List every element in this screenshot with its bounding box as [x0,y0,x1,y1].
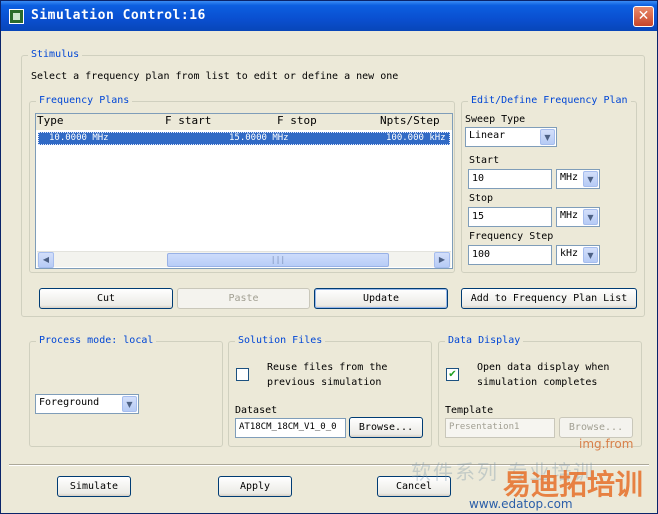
process-mode-label: Process mode: local [36,335,157,346]
simulation-control-window: Simulation Control:16 ✕ Stimulus Select … [0,0,658,514]
scroll-left-icon[interactable]: ◀ [38,252,54,268]
close-button[interactable]: ✕ [633,6,654,27]
dataset-input[interactable]: AT18CM_18CM_V1_0_0 [235,418,346,438]
template-browse-button[interactable]: Browse... [559,417,633,438]
chevron-down-icon[interactable]: ▼ [583,171,598,187]
sweep-type-label: Sweep Type [465,114,526,125]
stop-unit-select[interactable]: MHz ▼ [556,207,600,227]
watermark-site: www.edatop.com [469,497,573,511]
stop-label: Stop [469,193,494,204]
stimulus-instruction: Select a frequency plan from list to edi… [31,71,399,82]
add-to-frequency-plan-list-button[interactable]: Add to Frequency Plan List [461,288,637,309]
reuse-files-text-1: Reuse files from the [267,362,388,373]
data-display-label: Data Display [445,335,524,346]
frequency-plan-list[interactable]: 10.0000 MHz 15.0000 MHz 100.000 kHz ◀ ||… [35,113,453,269]
row-fstart: 10.0000 MHz [49,133,109,143]
frequency-plans-label: Frequency Plans [36,95,133,106]
template-input[interactable]: Presentation1 [445,418,555,438]
horizontal-scrollbar[interactable]: ◀ ||| ▶ [37,251,451,268]
edit-plan-label: Edit/Define Frequency Plan [468,95,631,106]
bottom-separator [9,464,649,466]
frequency-step-label: Frequency Step [469,231,554,242]
watermark-brand: 易迪拓培训 [503,468,644,501]
row-npts: 100.000 kHz [386,133,446,143]
apply-button[interactable]: Apply [218,476,292,497]
open-data-display-text-1: Open data display when [477,362,610,373]
app-icon [9,9,24,24]
simulate-button[interactable]: Simulate [57,476,131,497]
template-label: Template [445,405,494,416]
scroll-right-icon[interactable]: ▶ [434,252,450,268]
scroll-thumb[interactable]: ||| [167,253,389,267]
dataset-label: Dataset [235,405,278,416]
window-title: Simulation Control:16 [31,8,206,23]
chevron-down-icon[interactable]: ▼ [540,129,555,145]
open-data-display-text-2: simulation completes [477,377,598,388]
paste-button[interactable]: Paste [177,288,310,309]
reuse-files-text-2: previous simulation [267,377,382,388]
chevron-down-icon[interactable]: ▼ [583,247,598,263]
dataset-browse-button[interactable]: Browse... [349,417,423,438]
chevron-down-icon[interactable]: ▼ [583,209,598,225]
stop-input[interactable]: 15 [468,207,552,227]
start-unit-select[interactable]: MHz ▼ [556,169,600,189]
update-button[interactable]: Update [314,288,448,309]
start-label: Start [469,155,500,166]
solution-files-label: Solution Files [235,335,326,346]
frequency-step-unit-select[interactable]: kHz ▼ [556,245,600,265]
open-data-display-checkbox[interactable]: ✔ [446,368,459,381]
frequency-step-input[interactable]: 100 [468,245,552,265]
cancel-button[interactable]: Cancel [377,476,451,497]
start-input[interactable]: 10 [468,169,552,189]
process-mode-select[interactable]: Foreground ▼ [35,394,139,414]
frequency-plan-row[interactable]: 10.0000 MHz 15.0000 MHz 100.000 kHz [38,132,450,145]
sweep-type-select[interactable]: Linear ▼ [465,127,557,147]
cut-button[interactable]: Cut [39,288,173,309]
stimulus-label: Stimulus [28,49,83,60]
title-bar[interactable]: Simulation Control:16 ✕ [1,1,657,31]
chevron-down-icon[interactable]: ▼ [122,396,137,412]
reuse-files-checkbox[interactable] [236,368,249,381]
row-fstop: 15.0000 MHz [229,133,289,143]
